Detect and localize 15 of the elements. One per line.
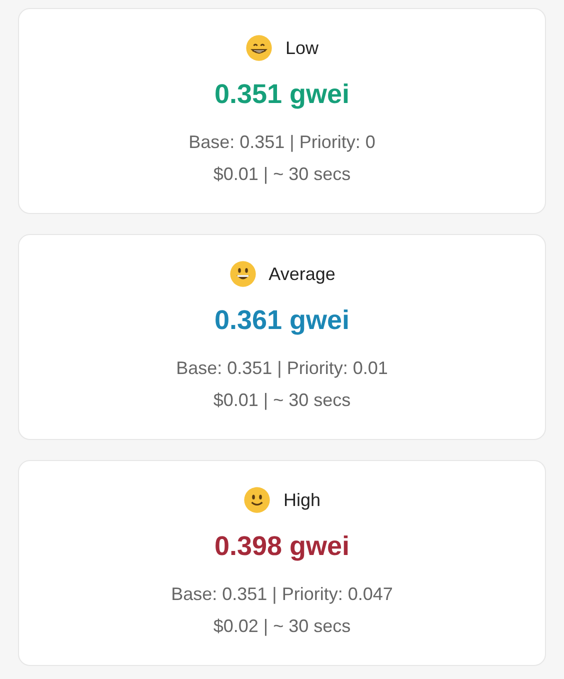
gas-price: 0.351 gwei (214, 78, 350, 112)
smiley-icon (228, 260, 257, 288)
smiley-icon (243, 486, 272, 514)
cost-estimate: $0.01 | ~ 30 secs (213, 388, 351, 412)
gas-price: 0.398 gwei (214, 530, 350, 564)
cost-estimate: $0.01 | ~ 30 secs (213, 162, 351, 186)
tier-label: Low (285, 36, 319, 60)
fee-breakdown: Base: 0.351 | Priority: 0 (188, 130, 376, 154)
cost-estimate: $0.02 | ~ 30 secs (213, 614, 351, 638)
smiley-icon (245, 34, 274, 62)
fee-breakdown: Base: 0.351 | Priority: 0.01 (176, 356, 388, 380)
fee-breakdown: Base: 0.351 | Priority: 0.047 (171, 582, 393, 606)
gas-price: 0.361 gwei (214, 304, 350, 338)
tier-label: Average (268, 262, 336, 286)
tier-label: High (283, 488, 321, 512)
